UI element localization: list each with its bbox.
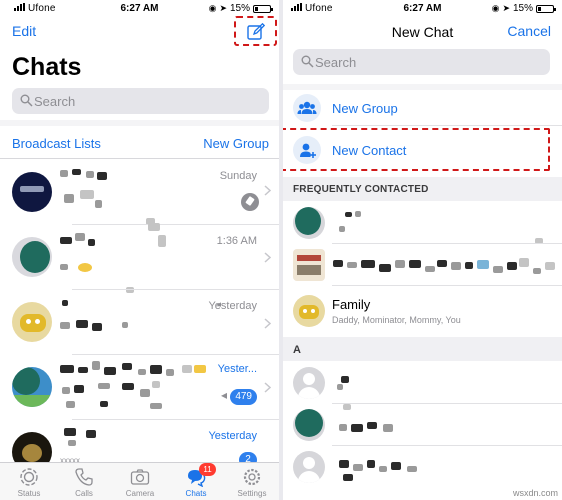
avatar — [293, 451, 325, 483]
broadcast-lists-link[interactable]: Broadcast Lists — [12, 136, 101, 151]
chat-time: Sunday — [219, 170, 257, 182]
tab-settings[interactable]: Settings — [227, 467, 277, 498]
search-icon — [301, 55, 314, 68]
avatar — [293, 409, 325, 441]
chat-row[interactable]: 1:36 AM — [0, 223, 279, 293]
contact-row-family[interactable]: Family Daddy, Mominator, Mommy, You — [283, 290, 562, 332]
avatar — [293, 295, 325, 327]
contact-row[interactable] — [283, 446, 562, 488]
contact-row[interactable] — [283, 202, 562, 244]
tab-calls[interactable]: Calls — [59, 467, 109, 498]
chat-time: 1:36 AM — [216, 235, 257, 247]
tab-bar: Status Calls Camera Chats 11 Settings — [0, 462, 279, 500]
pin-icon — [241, 193, 259, 211]
avatar — [293, 249, 325, 281]
chat-row[interactable]: Sunday — [0, 160, 279, 225]
avatar — [12, 237, 52, 277]
section-header: A — [283, 337, 562, 361]
new-contact-highlight — [283, 128, 550, 171]
tab-camera[interactable]: Camera — [115, 467, 165, 498]
chevron-right-icon — [264, 382, 271, 393]
chats-tab-badge: 11 — [199, 463, 216, 476]
camera-icon — [130, 469, 150, 485]
chat-time: Yesterday — [208, 300, 257, 312]
chat-row[interactable]: Yester... ◂ 479 — [0, 355, 279, 420]
tab-chats[interactable]: Chats 11 — [171, 463, 221, 498]
avatar — [12, 367, 52, 407]
location-icon: ➤ — [502, 3, 510, 13]
chats-screen: Ufone 6:27 AM ◉ ➤ 15% Edit Chats Search … — [0, 0, 279, 500]
unread-badge: 479 — [230, 389, 257, 405]
chat-row[interactable]: ◂ Yesterday — [0, 290, 279, 355]
page-title: Chats — [12, 53, 82, 81]
contact-row[interactable] — [283, 362, 562, 404]
settings-icon — [243, 468, 261, 486]
chevron-right-icon — [264, 318, 271, 329]
status-icon — [20, 468, 38, 486]
battery-percent: 15% — [512, 3, 533, 14]
avatar — [12, 302, 52, 342]
search-placeholder: Search — [34, 94, 76, 109]
chat-time: Yester... — [217, 363, 257, 375]
avatar — [12, 172, 52, 212]
chat-time: Yesterday — [208, 430, 257, 442]
tab-status[interactable]: Status — [4, 467, 54, 498]
avatar — [293, 367, 325, 399]
location-icon: ➤ — [219, 3, 227, 13]
compose-highlight — [234, 16, 277, 46]
search-input[interactable]: Search — [12, 88, 269, 114]
new-group-link[interactable]: New Group — [203, 136, 269, 151]
contact-row[interactable] — [283, 404, 562, 446]
chevron-right-icon — [264, 185, 271, 196]
lock-rotation-icon: ◉ — [208, 3, 217, 13]
section-header: FREQUENTLY CONTACTED — [283, 177, 562, 201]
battery-icon — [253, 4, 273, 13]
avatar — [293, 207, 325, 239]
search-placeholder: Search — [315, 55, 357, 70]
list-actions-row: Broadcast Lists New Group — [0, 126, 279, 159]
calls-icon — [75, 468, 93, 486]
new-group-row[interactable]: New Group — [283, 90, 562, 126]
compose-icon[interactable] — [247, 23, 265, 41]
new-group-label: New Group — [332, 101, 398, 116]
muted-speaker-icon: ◂ — [220, 388, 227, 402]
watermark: wsxdn.com — [512, 488, 558, 498]
status-bar: Ufone 6:27 AM ◉ ➤ 15% — [283, 0, 562, 18]
contact-members: Daddy, Mominator, Mommy, You — [332, 315, 461, 325]
battery-percent: 15% — [229, 3, 250, 14]
contact-row[interactable] — [283, 244, 562, 286]
new-chat-screen: Ufone 6:27 AM ◉ ➤ 15% New Chat Cancel Se… — [283, 0, 562, 500]
lock-rotation-icon: ◉ — [491, 3, 500, 13]
edit-button[interactable]: Edit — [12, 23, 36, 39]
search-icon — [20, 94, 33, 107]
search-input[interactable]: Search — [293, 49, 550, 75]
group-icon — [293, 94, 321, 122]
chevron-right-icon — [264, 252, 271, 263]
battery-icon — [536, 4, 556, 13]
cancel-button[interactable]: Cancel — [507, 23, 551, 39]
contact-name: Family — [332, 297, 371, 312]
